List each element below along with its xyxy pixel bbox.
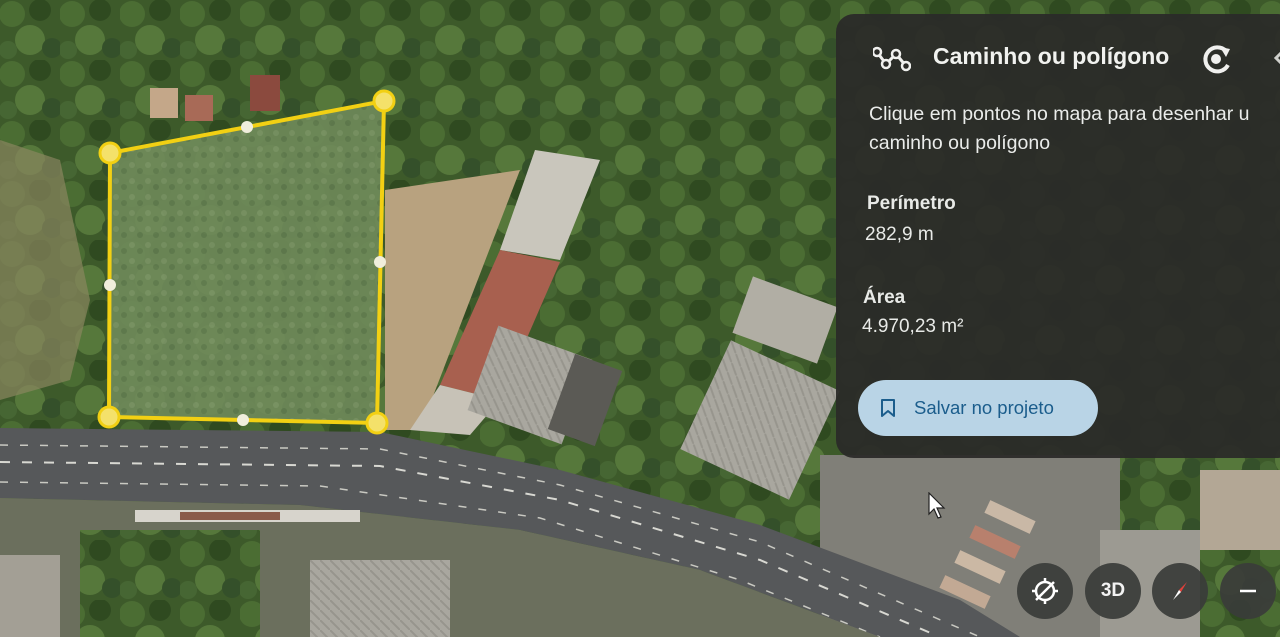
house (185, 95, 213, 121)
instructions-text: Clique em pontos no mapa para desenhar u… (869, 100, 1280, 158)
perimeter-label: Perímetro (867, 193, 956, 214)
zoom-out-icon (1240, 589, 1256, 593)
building (0, 555, 60, 637)
polygon-vertex[interactable] (372, 89, 396, 113)
panel-title: Caminho ou polígono (933, 43, 1170, 69)
compass-needle-icon (1173, 582, 1187, 600)
refresh-icon[interactable] (1200, 43, 1236, 75)
save-button-label: Salvar no projeto (914, 397, 1054, 418)
polygon-midpoint[interactable] (241, 121, 253, 133)
vegetation-patch (80, 530, 260, 637)
building (1200, 470, 1280, 550)
reset-view-button[interactable] (1017, 563, 1073, 619)
polygon-vertex[interactable] (97, 405, 121, 429)
house (150, 88, 178, 118)
mouse-cursor-icon (928, 492, 946, 519)
instructions-line: caminho ou polígono (869, 132, 1051, 154)
polygon-midpoint[interactable] (104, 279, 116, 291)
view-3d-label: 3D (1100, 580, 1126, 601)
polygon-midpoint[interactable] (237, 414, 249, 426)
path-polygon-icon (871, 44, 912, 72)
partial-edge-icon[interactable] (1268, 46, 1280, 70)
polygon-vertex[interactable] (98, 141, 122, 165)
view-3d-button[interactable]: 3D (1085, 563, 1141, 619)
trucks (180, 512, 280, 520)
perimeter-value: 282,9 m (865, 224, 934, 245)
polygon-fill (109, 101, 384, 423)
save-to-project-button[interactable]: Salvar no projeto (858, 380, 1098, 436)
compass-button[interactable] (1152, 563, 1208, 619)
instructions-line: Clique em pontos no mapa para desenhar u (869, 103, 1250, 125)
compass-reset-icon (1032, 578, 1058, 604)
area-value: 4.970,23 m² (862, 316, 964, 337)
building (310, 560, 450, 637)
zoom-out-button[interactable] (1220, 563, 1276, 619)
area-label: Área (863, 287, 906, 308)
polygon-vertex[interactable] (365, 411, 389, 435)
house (250, 75, 280, 111)
bookmark-icon (881, 399, 895, 417)
measurement-panel: Caminho ou polígono Clique em pontos no … (836, 14, 1280, 458)
polygon-midpoint[interactable] (374, 256, 386, 268)
